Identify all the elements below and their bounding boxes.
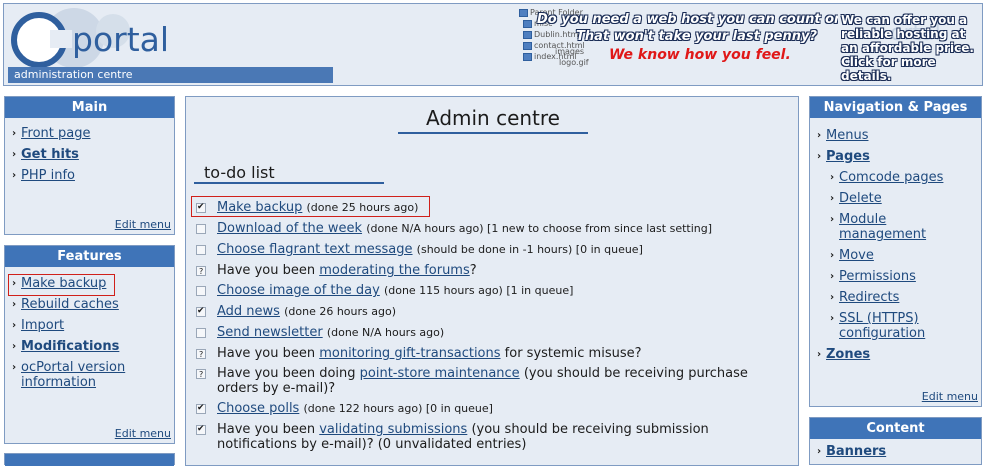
checkbox-checked-icon[interactable] — [196, 307, 206, 317]
edit-menu-link[interactable]: Edit menu — [115, 218, 171, 231]
logo[interactable]: portal administration centre — [4, 4, 344, 85]
arrow-icon: › — [830, 250, 835, 261]
menu-item-banners[interactable]: › Banners — [817, 444, 975, 459]
menu-item-get-hits[interactable]: › Get hits — [12, 147, 168, 162]
banner-tagline: We know how you feel. — [609, 47, 791, 63]
menu-item-module-management[interactable]: › Module management — [817, 212, 975, 242]
arrow-icon: › — [830, 271, 835, 282]
file-icon — [523, 52, 532, 61]
menu-item-version-information[interactable]: › ocPortal version information — [12, 360, 142, 390]
arrow-icon: › — [830, 313, 835, 324]
main-menu-panel: Main › Front page › Get hits › PHP info Edi… — [4, 96, 175, 235]
arrow-icon: › — [12, 320, 17, 331]
checkbox-empty-icon[interactable] — [196, 328, 206, 338]
menu-item-move[interactable]: › Move — [817, 248, 975, 263]
hosting-offer-banner[interactable]: ortal We can offer you a reliable hostin… — [838, 5, 982, 84]
todo-list-heading: to-do list — [204, 163, 275, 182]
arrow-icon: › — [817, 349, 822, 360]
checkbox-checked-icon[interactable] — [196, 425, 206, 435]
arrow-icon: › — [12, 170, 17, 181]
checkbox-checked-icon[interactable] — [196, 404, 206, 414]
arrow-icon: › — [12, 362, 17, 373]
menu-item-php-info[interactable]: › PHP info — [12, 168, 168, 183]
question-icon — [196, 369, 206, 379]
panel-title: Features — [5, 246, 174, 267]
site-header: portal administration centre Parent Fold… — [3, 3, 983, 86]
menu-item-menus[interactable]: › Menus — [817, 128, 975, 143]
logo-subtitle: administration centre — [8, 67, 333, 83]
checkbox-empty-icon[interactable] — [196, 245, 206, 255]
menu-item-zones[interactable]: › Zones — [817, 347, 975, 362]
banner-headline: Do you need a web host you can count on? — [537, 12, 851, 27]
menu-item-pages[interactable]: › Pages — [817, 149, 975, 164]
menu-item-ssl-configuration[interactable]: › SSL (HTTPS) configuration — [817, 311, 947, 341]
features-panel: Features › Make backup › Rebuild caches › I… — [4, 245, 175, 444]
bottom-panel — [4, 453, 175, 466]
file-icon — [523, 30, 532, 39]
menu-item-comcode-pages[interactable]: › Comcode pages — [817, 170, 975, 185]
file-icon — [523, 41, 532, 50]
arrow-icon: › — [830, 193, 835, 204]
question-icon — [196, 266, 206, 276]
panel-title: Content — [810, 418, 981, 439]
panel-title: Navigation & Pages — [810, 97, 981, 118]
checkbox-empty-icon[interactable] — [196, 286, 206, 296]
arrow-icon: › — [830, 292, 835, 303]
question-icon — [196, 349, 206, 359]
folder-icon — [519, 8, 528, 17]
logo-text: portal — [72, 20, 170, 59]
menu-item-redirects[interactable]: › Redirects — [817, 290, 975, 305]
arrow-icon: › — [12, 149, 17, 160]
checkbox-empty-icon[interactable] — [196, 224, 206, 234]
menu-item-rebuild-caches[interactable]: › Rebuild caches — [12, 297, 168, 312]
content-panel: Content › Banners — [809, 417, 982, 465]
arrow-icon: › — [830, 172, 835, 183]
edit-menu-link[interactable]: Edit menu — [115, 427, 171, 440]
arrow-icon: › — [817, 446, 822, 457]
arrow-icon: › — [817, 151, 822, 162]
arrow-icon: › — [12, 299, 17, 310]
menu-item-front-page[interactable]: › Front page — [12, 126, 168, 141]
arrow-icon: › — [830, 214, 835, 225]
folder-icon — [523, 19, 532, 28]
menu-item-import[interactable]: › Import — [12, 318, 168, 333]
arrow-icon: › — [12, 128, 17, 139]
arrow-icon: › — [817, 130, 822, 141]
menu-item-delete[interactable]: › Delete — [817, 191, 975, 206]
highlight-box — [8, 274, 115, 296]
menu-item-modifications[interactable]: › Modifications — [12, 339, 168, 354]
hosting-banner[interactable]: Parent Folder misc Dublin.html contact.h… — [513, 5, 851, 84]
panel-title: Main — [5, 97, 174, 118]
banner-subheadline: That won't take your last penny? — [576, 29, 818, 44]
edit-menu-link[interactable]: Edit menu — [922, 390, 978, 403]
menu-item-permissions[interactable]: › Permissions — [817, 269, 975, 284]
arrow-icon: › — [12, 341, 17, 352]
navigation-pages-panel: Navigation & Pages › Menus › Pages › Comcod… — [809, 96, 982, 407]
banner-offer-text: We can offer you a reliable hosting at a… — [841, 13, 974, 83]
admin-centre-main: Admin centre to-do list Make backup (don… — [185, 96, 799, 466]
highlight-box — [191, 196, 430, 217]
page-title: Admin centre — [425, 106, 560, 130]
